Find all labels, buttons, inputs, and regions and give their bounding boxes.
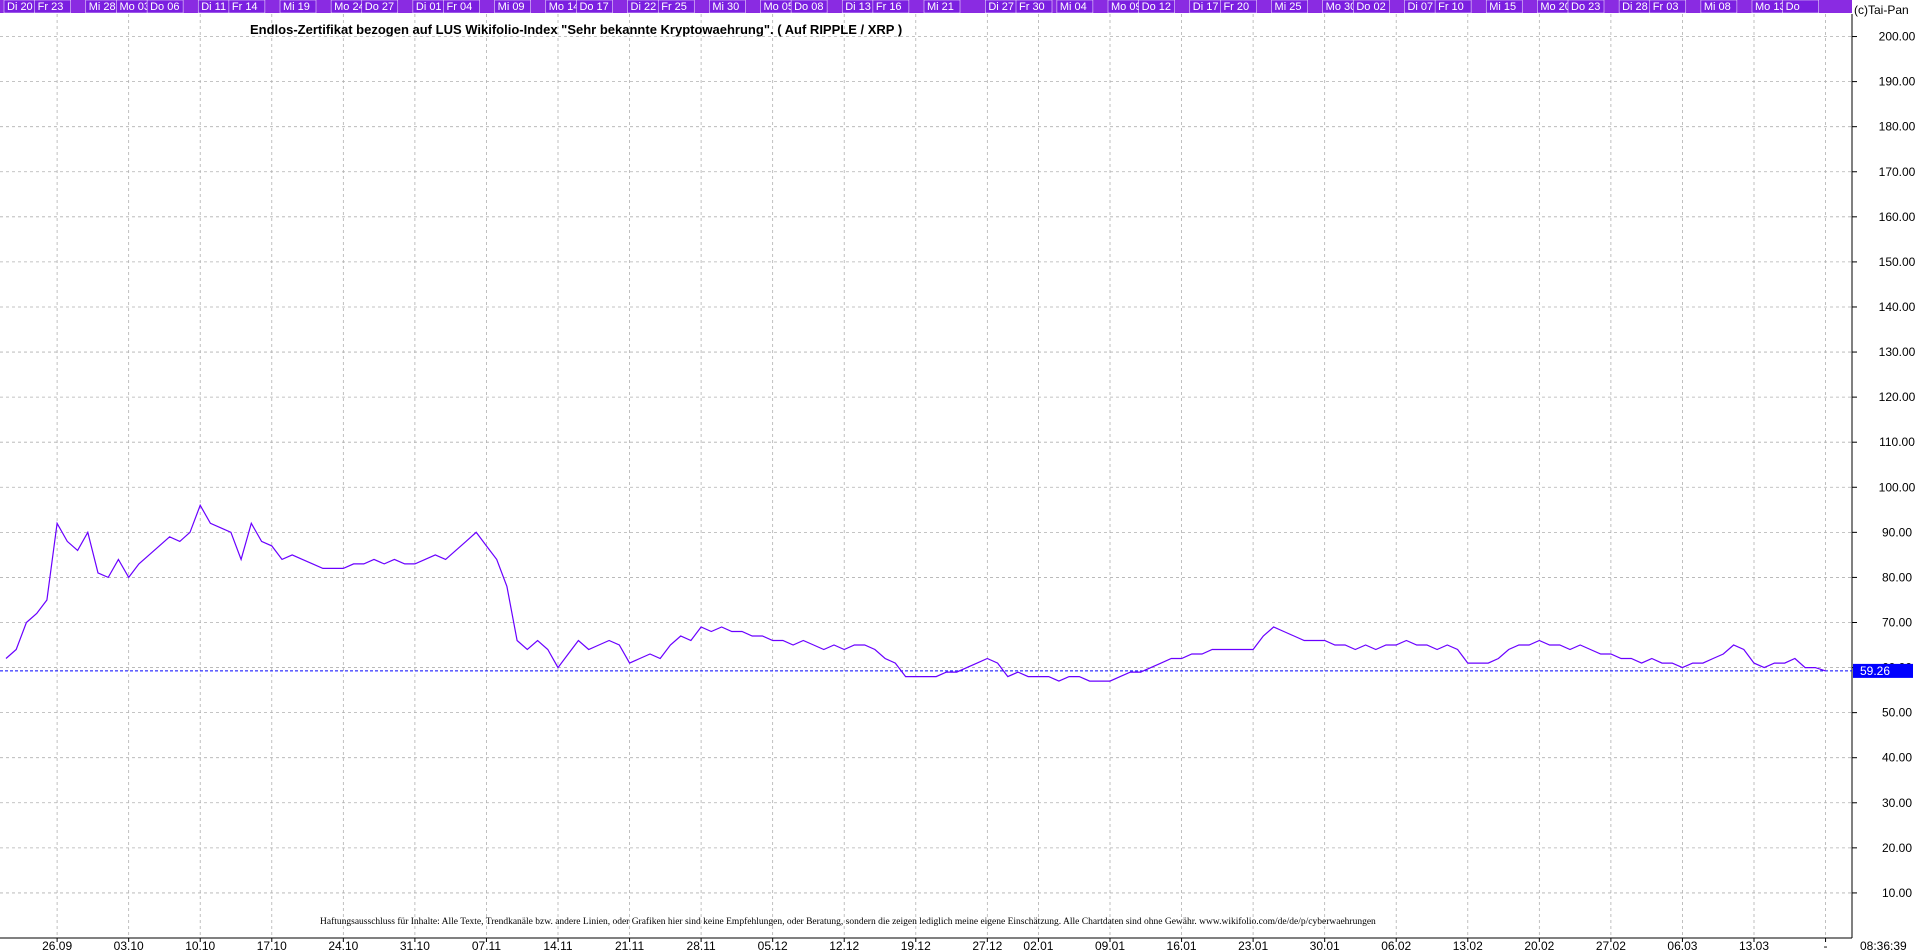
- day-label: Mi 30: [712, 1, 739, 13]
- day-label: Mo 09: [1111, 1, 1142, 13]
- day-label: Di 01: [416, 1, 442, 13]
- day-label: Di 28: [1622, 1, 1648, 13]
- x-tick-label: 12.12: [829, 939, 859, 952]
- x-tick-label: 24.10: [328, 939, 358, 952]
- copyright-label: (c)Tai-Pan: [1854, 3, 1909, 17]
- day-label: Fr 23: [38, 1, 64, 13]
- day-label: Fr 03: [1653, 1, 1679, 13]
- day-label: Fr 04: [447, 1, 473, 13]
- day-label: Mo 24: [334, 1, 365, 13]
- x-tick-label: 20.02: [1524, 939, 1554, 952]
- day-label: Fr 30: [1019, 1, 1045, 13]
- day-label: Do 02: [1356, 1, 1385, 13]
- y-tick-label: 140.00: [1879, 300, 1916, 314]
- x-axis-ticks: 26.09 03.10 10.10 17.10 24.10 31.10 07.11 14.11…: [42, 938, 1828, 952]
- disclaimer-text: Haftungsausschluss für Inhalte: Alle Tex…: [320, 916, 1376, 927]
- day-label: Fr 25: [661, 1, 687, 13]
- day-label: Do 23: [1571, 1, 1600, 13]
- x-tick-label: 21.11: [615, 939, 644, 952]
- top-day-bar: Di 20 Fr 23 Mi 28 Mo 03 Do 06 Di 11 Fr 14 Mi 19…: [0, 0, 1852, 14]
- y-tick-label: 30.00: [1882, 796, 1912, 810]
- x-tick-label: 19.12: [901, 939, 931, 952]
- y-tick-label: 200.00: [1879, 30, 1916, 44]
- y-tick-label: 90.00: [1882, 525, 1912, 539]
- x-tick-label: 10.10: [185, 939, 215, 952]
- x-tick-label: 05.12: [758, 939, 788, 952]
- y-tick-label: 70.00: [1882, 615, 1912, 629]
- x-tick-label: 14.11: [543, 939, 572, 952]
- time-label: 08:36:39: [1860, 939, 1907, 952]
- day-label: Di 22: [631, 1, 657, 13]
- x-tick-label: 27.12: [972, 939, 1002, 952]
- day-label: Mi 28: [89, 1, 116, 13]
- x-tick-label: 16.01: [1167, 939, 1197, 952]
- day-label: Mi 25: [1275, 1, 1302, 13]
- day-label: Mi 08: [1704, 1, 1731, 13]
- y-tick-label: 130.00: [1879, 345, 1916, 359]
- y-tick-label: 190.00: [1879, 75, 1916, 89]
- day-label: Mi 15: [1489, 1, 1516, 13]
- x-tick-label: 31.10: [400, 939, 430, 952]
- day-label: Mi 04: [1060, 1, 1087, 13]
- day-label: Di 11: [201, 1, 226, 13]
- day-label: Do: [1786, 1, 1800, 13]
- day-label: Fr 16: [876, 1, 902, 13]
- grid: [0, 14, 1852, 938]
- day-label: Fr 20: [1223, 1, 1249, 13]
- y-tick-label: 160.00: [1879, 210, 1916, 224]
- y-tick-label: 40.00: [1882, 751, 1912, 765]
- x-tick-label: 28.11: [687, 939, 716, 952]
- day-label: Do 12: [1142, 1, 1171, 13]
- day-label: Do 08: [794, 1, 823, 13]
- x-tick-label: 17.10: [257, 939, 287, 952]
- y-tick-label: 150.00: [1879, 255, 1916, 269]
- chart-svg: Di 20 Fr 23 Mi 28 Mo 03 Do 06 Di 11 Fr 14 Mi 19…: [0, 0, 1916, 952]
- x-tick-label: 03.10: [114, 939, 144, 952]
- day-label: Do 17: [579, 1, 608, 13]
- y-tick-label: 170.00: [1879, 165, 1916, 179]
- y-tick-label: 100.00: [1879, 480, 1916, 494]
- x-tick-label: 30.01: [1310, 939, 1340, 952]
- y-tick-label: 110.00: [1879, 435, 1915, 449]
- day-label: Mi 21: [927, 1, 954, 13]
- x-tick-label: 13.02: [1453, 939, 1483, 952]
- day-label: Di 07: [1407, 1, 1433, 13]
- x-tick-label: 23.01: [1238, 939, 1268, 952]
- x-tick-label: 02.01: [1023, 939, 1053, 952]
- day-label: Mo 13: [1755, 1, 1786, 13]
- day-label: Mo 05: [763, 1, 794, 13]
- y-tick-label: 10.00: [1882, 886, 1912, 900]
- day-label: Di 17: [1193, 1, 1219, 13]
- x-tick-label: 09.01: [1095, 939, 1125, 952]
- day-label: Di 20: [7, 1, 33, 13]
- x-tick-label: 26.09: [42, 939, 72, 952]
- day-label: Mi 09: [498, 1, 525, 13]
- y-tick-label: 120.00: [1879, 390, 1916, 404]
- x-tick-label: 07.11: [472, 939, 501, 952]
- last-value-tag-label: 59.26: [1860, 664, 1890, 678]
- x-tick-label: 13.03: [1739, 939, 1769, 952]
- day-label: Fr 14: [232, 1, 258, 13]
- y-tick-label: 180.00: [1879, 120, 1916, 134]
- y-tick-label: 80.00: [1882, 570, 1912, 584]
- day-label: Do 27: [365, 1, 394, 13]
- x-tick-label: -: [1824, 939, 1828, 952]
- day-label: Fr 10: [1438, 1, 1464, 13]
- day-label: Mi 19: [283, 1, 310, 13]
- day-label: Di 13: [845, 1, 871, 13]
- day-label: Mo 14: [549, 1, 580, 13]
- x-tick-label: 06.02: [1381, 939, 1411, 952]
- y-axis-ticks: 10.0020.0030.0040.0050.0060.0070.0080.00…: [1852, 30, 1916, 900]
- y-tick-label: 20.00: [1882, 841, 1912, 855]
- x-tick-label: 27.02: [1596, 939, 1626, 952]
- day-label: Do 06: [150, 1, 179, 13]
- day-label: Di 27: [988, 1, 1014, 13]
- chart-title: Endlos-Zertifikat bezogen auf LUS Wikifo…: [250, 22, 902, 37]
- x-tick-label: 06.03: [1667, 939, 1697, 952]
- day-label: Mo 30: [1326, 1, 1357, 13]
- last-value-tag: 59.26: [1853, 663, 1913, 678]
- day-label: Mo 20: [1540, 1, 1571, 13]
- day-label: Mo 03: [119, 1, 150, 13]
- y-tick-label: 50.00: [1882, 706, 1912, 720]
